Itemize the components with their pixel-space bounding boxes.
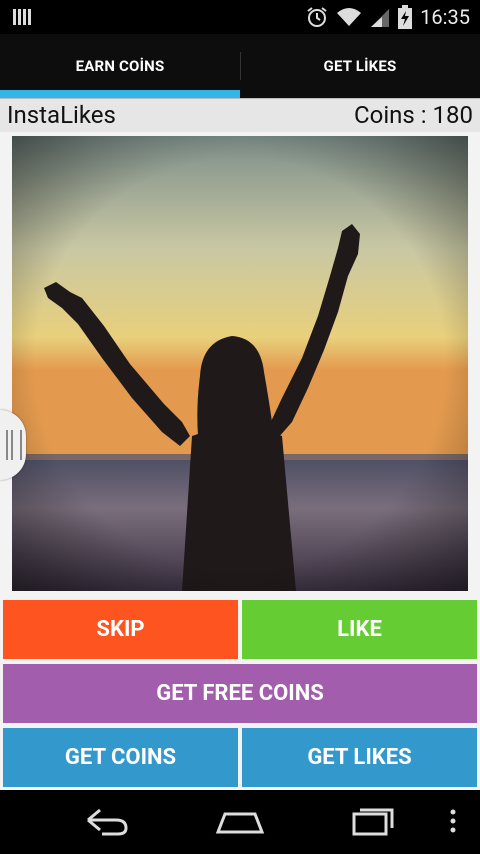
battery-charging-icon — [398, 5, 413, 29]
get-coins-button[interactable]: GET COINS — [3, 728, 238, 787]
post-photo — [12, 136, 468, 591]
sunset-silhouette-image — [12, 136, 468, 591]
coins-counter: Coins : 180 — [354, 101, 473, 129]
navigation-bar — [0, 790, 480, 854]
recent-apps-icon[interactable] — [350, 804, 398, 838]
back-icon[interactable] — [84, 804, 130, 838]
like-button[interactable]: LIKE — [242, 600, 477, 659]
info-bar: InstaLikes Coins : 180 — [0, 98, 480, 133]
tab-bar: EARN COİNS GET LİKES — [0, 34, 480, 98]
tab-active-indicator — [0, 90, 240, 98]
skip-button[interactable]: SKIP — [3, 600, 238, 659]
notification-bars-icon — [13, 9, 31, 25]
get-free-coins-button[interactable]: GET FREE COINS — [3, 664, 477, 723]
status-right: 16:35 — [306, 0, 470, 34]
home-icon[interactable] — [215, 804, 265, 838]
wifi-icon — [337, 8, 362, 26]
signal-icon — [371, 9, 390, 27]
alarm-icon — [307, 7, 327, 27]
tab-earn-coins[interactable]: EARN COİNS — [0, 34, 240, 98]
status-bar: 16:35 — [0, 0, 480, 34]
grip-icon — [6, 430, 22, 460]
get-likes-button[interactable]: GET LIKES — [242, 728, 477, 787]
status-time: 16:35 — [420, 5, 470, 29]
menu-icon[interactable] — [446, 804, 460, 838]
tab-get-likes[interactable]: GET LİKES — [240, 34, 480, 98]
app-title: InstaLikes — [7, 101, 116, 129]
